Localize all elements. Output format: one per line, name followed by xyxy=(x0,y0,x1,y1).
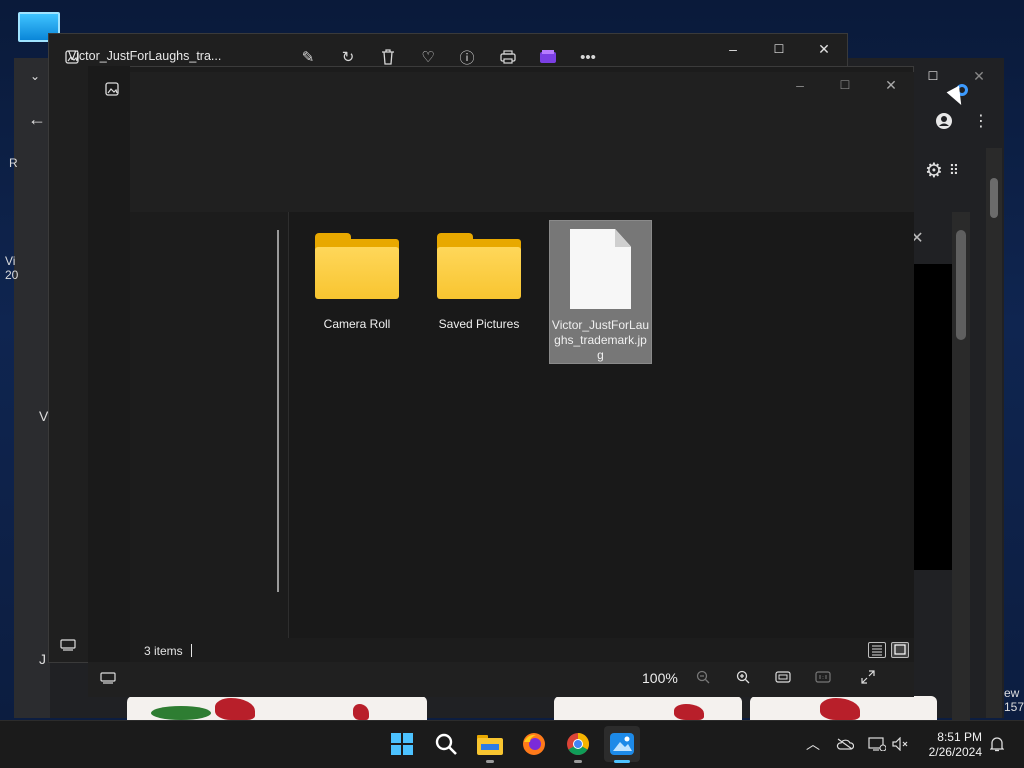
page-scrollbar[interactable] xyxy=(986,148,1002,718)
photos-filmstrip-icon[interactable] xyxy=(57,634,79,656)
thumbnail-image[interactable] xyxy=(750,696,937,720)
volume-muted-icon[interactable] xyxy=(890,733,912,755)
fit-to-window-icon[interactable] xyxy=(772,666,794,688)
network-icon[interactable] xyxy=(866,733,888,755)
background-text-v: V xyxy=(39,408,49,424)
actual-size-icon[interactable] xyxy=(812,666,834,688)
chrome-icon[interactable] xyxy=(560,726,596,762)
more-options-icon[interactable]: ••• xyxy=(577,46,599,68)
zoom-level: 100% xyxy=(642,670,678,686)
tray-chevron-up-icon[interactable]: ︿ xyxy=(802,733,824,755)
photos-taskbar-icon[interactable] xyxy=(604,726,640,762)
print-icon[interactable] xyxy=(497,46,519,68)
edit-image-icon[interactable]: ✎ xyxy=(297,46,319,68)
active-app-indicator xyxy=(614,760,630,763)
thumbnail-image[interactable] xyxy=(554,696,742,720)
delete-icon[interactable] xyxy=(377,46,399,68)
folder-item-camera-roll[interactable]: Camera Roll xyxy=(305,233,409,332)
chrome-side-strip xyxy=(14,58,50,718)
zoom-in-icon[interactable] xyxy=(732,666,754,688)
inner-scrollbar[interactable] xyxy=(952,212,970,720)
search-icon[interactable] xyxy=(428,726,464,762)
zoom-out-icon[interactable] xyxy=(692,666,714,688)
apps-grid-icon[interactable]: ⠿ xyxy=(943,159,965,181)
dialog-minimize-icon[interactable]: – xyxy=(789,74,811,96)
dialog-close-icon[interactable]: ✕ xyxy=(880,74,902,96)
dialog-app-icon xyxy=(101,78,123,100)
background-text-157: 157 xyxy=(1004,700,1024,714)
profile-icon[interactable] xyxy=(933,110,955,132)
favorite-heart-icon[interactable]: ♡ xyxy=(417,46,439,68)
more-vert-icon[interactable]: ⋮ xyxy=(970,110,992,132)
folder-item-saved-pictures[interactable]: Saved Pictures xyxy=(427,233,531,332)
details-view-icon[interactable] xyxy=(868,642,886,658)
status-separator xyxy=(191,644,192,657)
large-icons-view-icon[interactable] xyxy=(891,642,909,658)
photos-window-title: Victor_JustForLaughs_tra... xyxy=(68,49,222,63)
back-arrow-icon[interactable]: ← xyxy=(26,108,48,130)
navigation-pane[interactable] xyxy=(130,212,288,638)
clock[interactable]: 8:51 PM 2/26/2024 xyxy=(926,730,982,760)
navigation-pane-scrollbar[interactable] xyxy=(277,230,279,592)
chrome-maximize-icon[interactable]: ☐ xyxy=(922,65,944,87)
fullscreen-icon[interactable] xyxy=(857,666,879,688)
onedrive-icon[interactable] xyxy=(834,733,856,755)
file-item-label: Victor_JustForLaughs_trademark.jpg xyxy=(551,318,650,362)
info-icon[interactable]: ⓘ xyxy=(456,46,478,68)
settings-icon[interactable]: ⚙ xyxy=(923,159,945,182)
folder-item-label: Camera Roll xyxy=(323,317,391,331)
running-app-indicator xyxy=(486,760,494,763)
clipchamp-icon[interactable] xyxy=(537,46,559,68)
file-explorer-icon[interactable] xyxy=(472,726,508,762)
start-button[interactable] xyxy=(384,726,420,762)
photos-minimize-icon[interactable]: – xyxy=(722,38,744,60)
chevron-down-icon[interactable]: ⌄ xyxy=(24,65,46,87)
item-count: 3 items xyxy=(144,644,183,658)
dialog-left-column xyxy=(88,66,130,662)
running-app-indicator xyxy=(574,760,582,763)
status-bar xyxy=(130,638,914,662)
photos-close-icon[interactable]: ✕ xyxy=(813,38,835,60)
background-text-r: R xyxy=(9,156,18,170)
folder-icon xyxy=(437,233,521,299)
notifications-bell-icon[interactable] xyxy=(986,733,1008,755)
background-text-ew: ew xyxy=(1004,686,1020,700)
chrome-close-icon[interactable]: ✕ xyxy=(968,65,990,87)
file-item-label-wrap: Victor_JustForLaughs_trademark.jpg xyxy=(551,318,650,363)
clock-date: 2/26/2024 xyxy=(928,745,982,759)
dialog-maximize-icon[interactable]: ☐ xyxy=(834,74,856,96)
thumbnail-image[interactable] xyxy=(127,696,427,720)
filmstrip-icon[interactable] xyxy=(97,667,119,689)
background-text-j: J xyxy=(39,651,46,667)
folder-icon xyxy=(315,233,399,299)
clock-time: 8:51 PM xyxy=(937,730,982,744)
media-panel xyxy=(914,264,952,570)
photos-maximize-icon[interactable]: ☐ xyxy=(768,38,790,60)
firefox-icon[interactable] xyxy=(516,726,552,762)
background-text-20: 20 xyxy=(5,268,19,282)
folder-item-label: Saved Pictures xyxy=(438,317,520,331)
background-text-vi: Vi xyxy=(5,254,16,268)
rotate-icon[interactable]: ↻ xyxy=(337,46,359,68)
